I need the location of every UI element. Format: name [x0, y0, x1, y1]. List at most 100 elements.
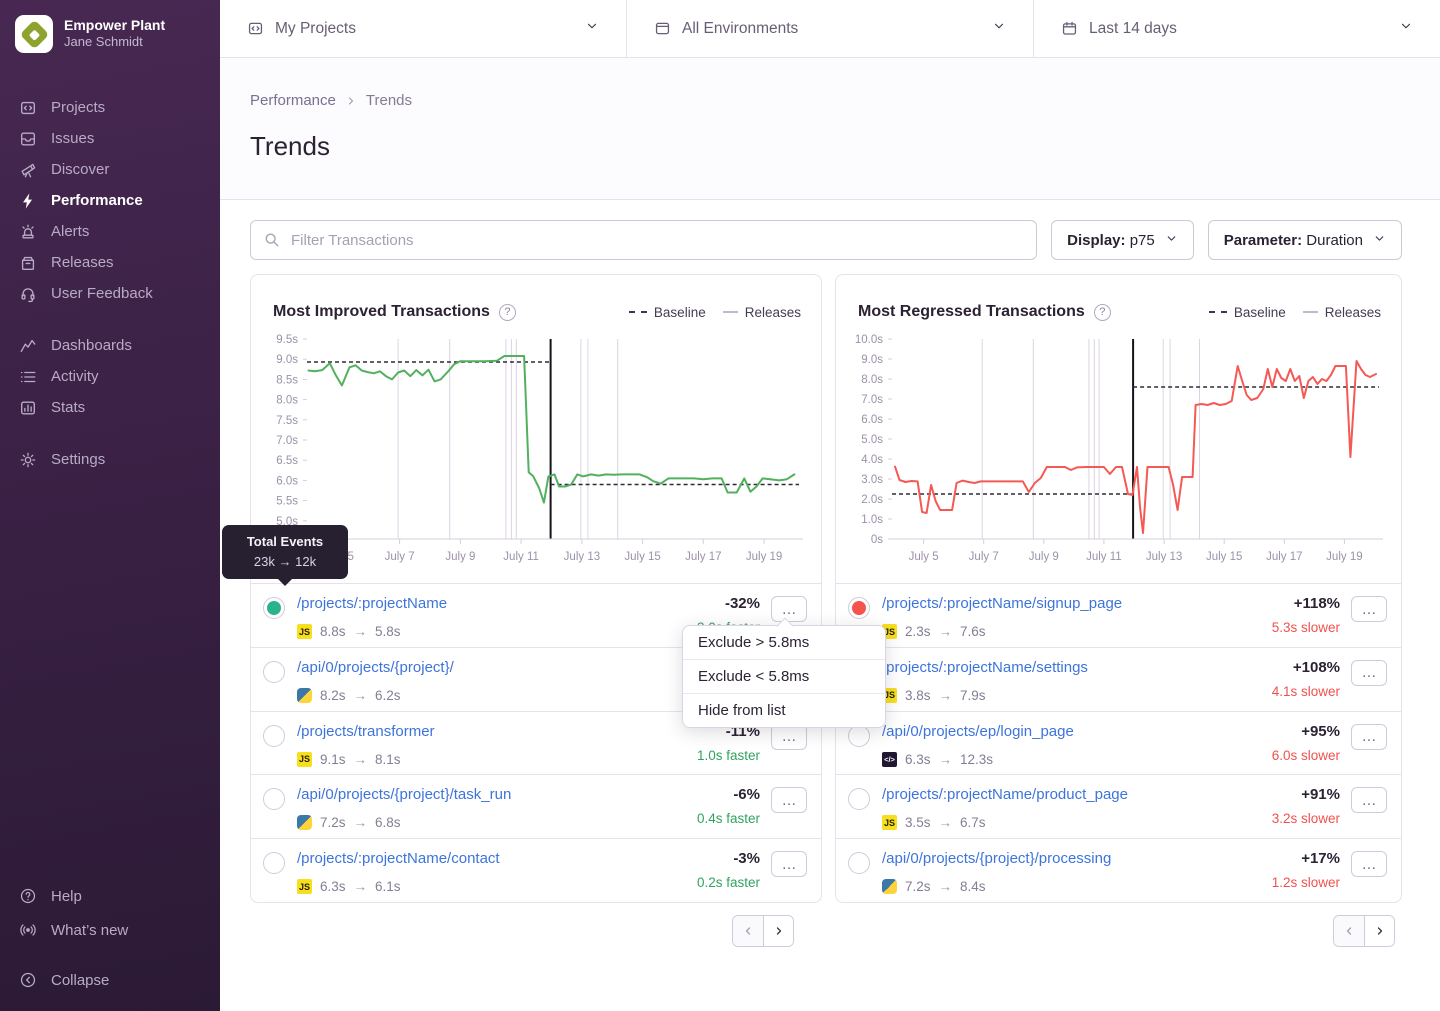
duration-before: 9.1s: [320, 752, 346, 767]
javascript-platform-icon: JS: [882, 815, 897, 830]
sidebar-item-issues[interactable]: Issues: [0, 123, 220, 154]
project-selector[interactable]: My Projects: [220, 0, 626, 57]
row-actions-button[interactable]: …: [771, 596, 807, 622]
sidebar-item-alerts[interactable]: Alerts: [0, 216, 220, 247]
transaction-link[interactable]: /projects/:projectName: [297, 595, 447, 612]
menu-item-exclude-above[interactable]: Exclude > 5.8ms: [683, 626, 885, 659]
previous-page-button[interactable]: [1334, 916, 1364, 946]
page-title: Trends: [250, 131, 1402, 162]
date-range-selector[interactable]: Last 14 days: [1033, 0, 1440, 57]
sidebar-collapse-button[interactable]: Collapse: [0, 963, 220, 997]
svg-text:9.0s: 9.0s: [861, 354, 883, 366]
display-dropdown[interactable]: Display: p75: [1051, 220, 1194, 260]
row-actions-button[interactable]: …: [1351, 724, 1387, 750]
transaction-link[interactable]: /projects/:projectName/signup_page: [882, 595, 1122, 612]
duration-after: 8.1s: [375, 752, 401, 767]
transaction-link[interactable]: /projects/:projectName/product_page: [882, 786, 1128, 803]
tooltip-value: 23k → 12k: [228, 554, 342, 569]
duration-before: 3.8s: [905, 688, 931, 703]
transaction-link[interactable]: /projects/:projectName/contact: [297, 850, 500, 867]
environment-selector-value: All Environments: [682, 20, 798, 38]
chevron-left-icon: [742, 925, 754, 937]
issues-icon: [19, 130, 37, 148]
regressed-trend-chart[interactable]: 10.0s9.0s8.0s7.0s6.0s5.0s4.0s3.0s2.0s1.0…: [836, 331, 1401, 583]
transaction-link[interactable]: /projects/:projectName/settings: [882, 659, 1088, 676]
row-actions-button[interactable]: …: [1351, 660, 1387, 686]
sidebar-item-dashboards[interactable]: Dashboards: [0, 330, 220, 361]
duration-after: 6.7s: [960, 815, 986, 830]
trends-toolbar: Display: p75 Parameter: Duration: [250, 220, 1402, 260]
transaction-link[interactable]: /api/0/projects/ep/login_page: [882, 723, 1074, 740]
sidebar-item-whats-new[interactable]: What’s new: [0, 913, 220, 947]
row-actions-button[interactable]: …: [1351, 851, 1387, 877]
sidebar-item-settings[interactable]: Settings: [0, 444, 220, 475]
help-circle-icon[interactable]: ?: [499, 304, 516, 321]
svg-text:July 7: July 7: [969, 551, 999, 563]
transaction-link[interactable]: /api/0/projects/{project}/task_run: [297, 786, 511, 803]
svg-text:July 13: July 13: [564, 551, 600, 563]
sidebar-item-stats[interactable]: Stats: [0, 392, 220, 423]
trends-panels: Most Improved Transactions ? Baseline Re…: [250, 274, 1402, 947]
transaction-radio[interactable]: [263, 661, 285, 683]
duration-after: 7.9s: [960, 688, 986, 703]
environment-selector[interactable]: All Environments: [626, 0, 1033, 57]
stats-bars-icon: [19, 399, 37, 417]
breadcrumb-performance[interactable]: Performance: [250, 92, 336, 109]
python-platform-icon: [297, 815, 312, 830]
row-actions-button[interactable]: …: [771, 851, 807, 877]
transaction-radio-selected[interactable]: [263, 597, 285, 619]
menu-item-hide-from-list[interactable]: Hide from list: [683, 693, 885, 727]
chevron-right-icon: [345, 95, 357, 107]
arrow-right-icon: →: [354, 879, 368, 894]
duration-before: 3.5s: [905, 815, 931, 830]
parameter-dropdown[interactable]: Parameter: Duration: [1208, 220, 1402, 260]
transaction-radio[interactable]: [263, 788, 285, 810]
parameter-label: Parameter:: [1224, 232, 1302, 249]
trend-percent: +118%: [1272, 595, 1340, 612]
table-row: /projects/:projectName/product_page JS 3.…: [836, 774, 1401, 838]
legend-baseline[interactable]: Baseline: [629, 305, 706, 320]
trend-delta: 0.4s faster: [697, 811, 760, 826]
row-actions-menu: Exclude > 5.8ms Exclude < 5.8ms Hide fro…: [682, 625, 886, 728]
menu-item-exclude-below[interactable]: Exclude < 5.8ms: [683, 659, 885, 693]
main-content: My Projects All Environments Last 14 day…: [220, 0, 1440, 1011]
transaction-radio[interactable]: [848, 852, 870, 874]
svg-text:5.5s: 5.5s: [276, 496, 298, 508]
svg-text:8.5s: 8.5s: [276, 374, 298, 386]
org-switcher[interactable]: Empower Plant Jane Schmidt: [0, 0, 220, 68]
row-actions-button[interactable]: …: [1351, 787, 1387, 813]
transaction-link[interactable]: /api/0/projects/{project}/processing: [882, 850, 1111, 867]
trend-percent: -3%: [697, 850, 760, 867]
row-actions-button[interactable]: …: [1351, 596, 1387, 622]
row-actions-button[interactable]: …: [771, 787, 807, 813]
transaction-radio-selected[interactable]: [848, 597, 870, 619]
transaction-radio[interactable]: [263, 725, 285, 747]
legend-baseline[interactable]: Baseline: [1209, 305, 1286, 320]
transaction-radio[interactable]: [263, 852, 285, 874]
legend-releases[interactable]: Releases: [1303, 305, 1381, 320]
search-input[interactable]: [250, 220, 1037, 260]
sidebar-item-discover[interactable]: Discover: [0, 154, 220, 185]
collapse-icon: [19, 971, 37, 989]
sidebar-item-user-feedback[interactable]: User Feedback: [0, 278, 220, 309]
trend-percent: +91%: [1272, 786, 1340, 803]
transaction-link[interactable]: /api/0/projects/{project}/: [297, 659, 454, 676]
transaction-link[interactable]: /projects/transformer: [297, 723, 435, 740]
duration-after: 8.4s: [960, 879, 986, 894]
table-row: /api/0/projects/{project}/task_run 7.2s→…: [251, 774, 821, 838]
help-circle-icon[interactable]: ?: [1094, 304, 1111, 321]
whats-new-broadcast-icon: [19, 921, 37, 939]
next-page-button[interactable]: [763, 916, 793, 946]
previous-page-button[interactable]: [733, 916, 763, 946]
next-page-button[interactable]: [1364, 916, 1394, 946]
duration-before: 8.8s: [320, 624, 346, 639]
sidebar-item-releases[interactable]: Releases: [0, 247, 220, 278]
legend-releases[interactable]: Releases: [723, 305, 801, 320]
arrow-right-icon: →: [354, 624, 368, 639]
sidebar-item-performance[interactable]: Performance: [0, 185, 220, 216]
sidebar-item-help[interactable]: Help: [0, 879, 220, 913]
trend-delta: 1.0s faster: [697, 748, 760, 763]
transaction-radio[interactable]: [848, 788, 870, 810]
sidebar-item-projects[interactable]: Projects: [0, 92, 220, 123]
sidebar-item-activity[interactable]: Activity: [0, 361, 220, 392]
